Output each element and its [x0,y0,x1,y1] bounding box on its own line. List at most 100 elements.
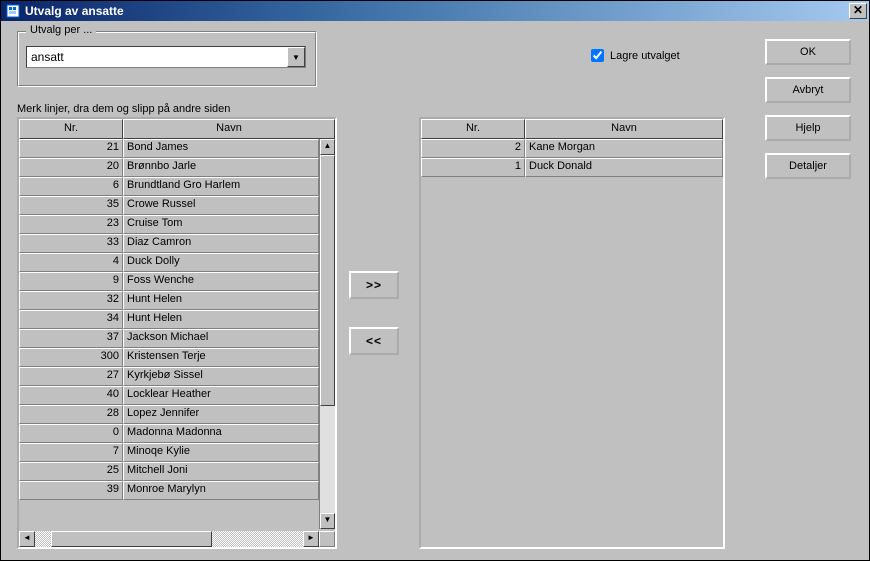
table-row[interactable]: 34Hunt Helen [19,310,319,329]
table-row[interactable]: 25Mitchell Joni [19,462,319,481]
filter-combo-value: ansatt [27,48,287,66]
cell-name: Minoqe Kylie [123,443,319,462]
table-row[interactable]: 7Minoqe Kylie [19,443,319,462]
save-selection-label: Lagre utvalget [610,50,680,62]
cell-nr: 33 [19,234,123,253]
cell-nr: 27 [19,367,123,386]
table-row[interactable]: 0Madonna Madonna [19,424,319,443]
cell-name: Duck Donald [525,158,723,177]
cell-nr: 32 [19,291,123,310]
selected-header: Nr. Navn [421,119,723,139]
cancel-button[interactable]: Avbryt [765,77,851,103]
cell-nr: 2 [421,139,525,158]
save-selection-checkbox[interactable]: Lagre utvalget [591,49,680,62]
cell-name: Brønnbo Jarle [123,158,319,177]
available-list: Nr. Navn 21Bond James20Brønnbo Jarle6Bru… [17,117,337,549]
cell-nr: 20 [19,158,123,177]
cell-name: Mitchell Joni [123,462,319,481]
cell-name: Madonna Madonna [123,424,319,443]
selected-body: 2Kane Morgan1Duck Donald [421,139,723,547]
table-row[interactable]: 23Cruise Tom [19,215,319,234]
help-button[interactable]: Hjelp [765,115,851,141]
table-row[interactable]: 28Lopez Jennifer [19,405,319,424]
table-row[interactable]: 6Brundtland Gro Harlem [19,177,319,196]
table-row[interactable]: 2Kane Morgan [421,139,723,158]
table-row[interactable]: 37Jackson Michael [19,329,319,348]
selected-list: Nr. Navn 2Kane Morgan1Duck Donald [419,117,725,549]
cell-name: Brundtland Gro Harlem [123,177,319,196]
cell-nr: 9 [19,272,123,291]
filter-combo[interactable]: ansatt ▼ [26,46,306,68]
cell-name: Bond James [123,139,319,158]
drag-hint: Merk linjer, dra dem og slipp på andre s… [17,103,230,115]
cell-nr: 4 [19,253,123,272]
table-row[interactable]: 32Hunt Helen [19,291,319,310]
table-row[interactable]: 40Locklear Heather [19,386,319,405]
col-header-nr[interactable]: Nr. [19,119,123,139]
cell-nr: 23 [19,215,123,234]
cell-nr: 1 [421,158,525,177]
cell-name: Kyrkjebø Sissel [123,367,319,386]
scroll-down-icon[interactable]: ▼ [320,513,335,529]
table-row[interactable]: 1Duck Donald [421,158,723,177]
table-row[interactable]: 4Duck Dolly [19,253,319,272]
cell-nr: 300 [19,348,123,367]
scroll-up-icon[interactable]: ▲ [320,139,335,155]
available-body: 21Bond James20Brønnbo Jarle6Brundtland G… [19,139,335,547]
dialog-window: Utvalg av ansatte ✕ Utvalg per ... ansat… [0,0,870,561]
move-left-button[interactable]: << [349,327,399,355]
save-selection-input[interactable] [591,49,604,62]
window-title: Utvalg av ansatte [25,4,849,18]
cell-name: Lopez Jennifer [123,405,319,424]
table-row[interactable]: 39Monroe Marylyn [19,481,319,500]
scroll-track[interactable] [320,155,335,513]
chevron-down-icon[interactable]: ▼ [287,47,305,67]
table-row[interactable]: 9Foss Wenche [19,272,319,291]
available-header: Nr. Navn [19,119,335,139]
app-icon [5,3,21,19]
cell-nr: 40 [19,386,123,405]
cell-name: Duck Dolly [123,253,319,272]
table-row[interactable]: 35Crowe Russel [19,196,319,215]
table-row[interactable]: 21Bond James [19,139,319,158]
cell-nr: 37 [19,329,123,348]
cell-name: Diaz Camron [123,234,319,253]
col-header-name[interactable]: Navn [525,119,723,139]
scroll-left-icon[interactable]: ◄ [19,531,35,547]
cell-nr: 28 [19,405,123,424]
cell-nr: 39 [19,481,123,500]
cell-name: Cruise Tom [123,215,319,234]
close-button[interactable]: ✕ [849,3,867,19]
vertical-scrollbar[interactable]: ▲ ▼ [319,139,335,529]
table-row[interactable]: 27Kyrkjebø Sissel [19,367,319,386]
cell-name: Hunt Helen [123,310,319,329]
details-button[interactable]: Detaljer [765,153,851,179]
dialog-content: Utvalg per ... ansatt ▼ Lagre utvalget O… [1,21,869,560]
col-header-name[interactable]: Navn [123,119,335,139]
move-right-button[interactable]: >> [349,271,399,299]
cell-name: Locklear Heather [123,386,319,405]
table-row[interactable]: 33Diaz Camron [19,234,319,253]
hscroll-track[interactable] [35,531,303,547]
cell-nr: 34 [19,310,123,329]
cell-name: Hunt Helen [123,291,319,310]
ok-button[interactable]: OK [765,39,851,65]
cell-name: Jackson Michael [123,329,319,348]
cell-name: Kristensen Terje [123,348,319,367]
table-row[interactable]: 20Brønnbo Jarle [19,158,319,177]
cell-nr: 21 [19,139,123,158]
filter-groupbox: Utvalg per ... ansatt ▼ [17,31,317,87]
transfer-buttons: >> << [349,271,399,355]
horizontal-scrollbar[interactable]: ◄ ► [19,531,335,547]
cell-name: Foss Wenche [123,272,319,291]
table-row[interactable]: 300Kristensen Terje [19,348,319,367]
cell-nr: 0 [19,424,123,443]
titlebar: Utvalg av ansatte ✕ [1,1,869,21]
filter-legend: Utvalg per ... [26,24,96,36]
cell-name: Kane Morgan [525,139,723,158]
scroll-corner [319,531,335,547]
cell-name: Crowe Russel [123,196,319,215]
cell-nr: 25 [19,462,123,481]
col-header-nr[interactable]: Nr. [421,119,525,139]
scroll-right-icon[interactable]: ► [303,531,319,547]
